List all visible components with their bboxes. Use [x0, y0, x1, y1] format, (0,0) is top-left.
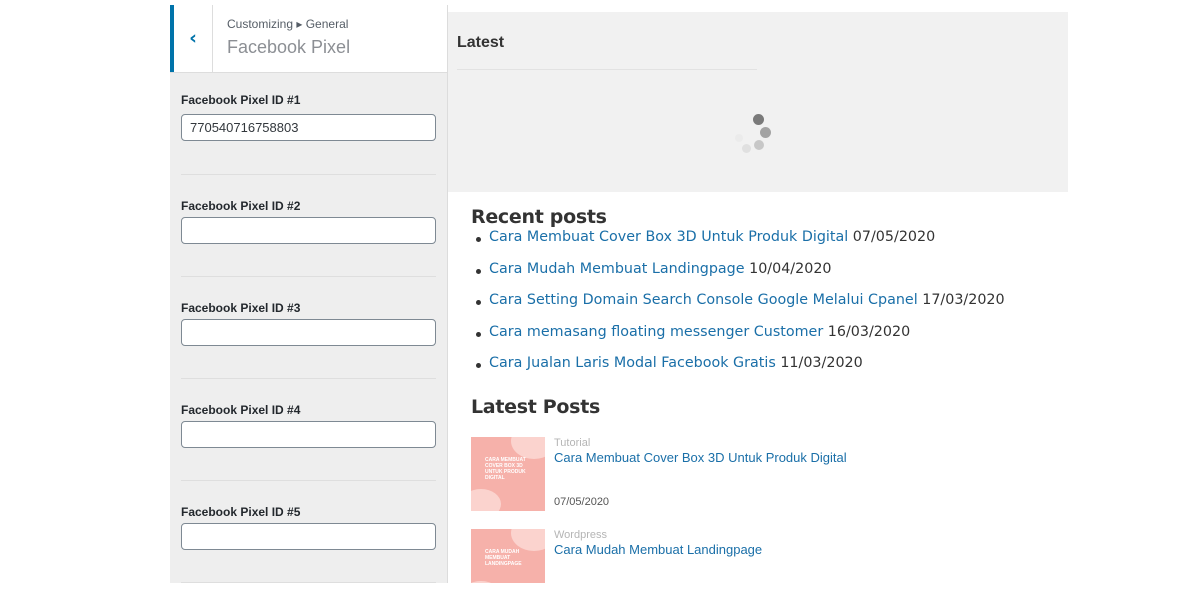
sidebar-header: ‹ Customizing ▸ General Facebook Pixel — [170, 5, 447, 73]
spinner-dot — [742, 144, 751, 153]
pixel-field-2: Facebook Pixel ID #2 — [181, 175, 436, 277]
post-date: 16/03/2020 — [827, 323, 911, 340]
thumb-caption: Cara Mudah Membuat Landingpage — [485, 549, 522, 567]
recent-posts-title: Recent posts — [471, 206, 607, 228]
field-label: Facebook Pixel ID #5 — [181, 505, 301, 519]
latest-title: Latest — [457, 34, 505, 51]
post-date: 10/04/2020 — [749, 260, 832, 277]
recent-post-link[interactable]: Cara Setting Domain Search Console Googl… — [489, 292, 918, 308]
thumb-shape — [511, 529, 545, 551]
chevron-left-icon: ‹ — [189, 27, 197, 49]
post-category: Tutorial — [554, 437, 591, 449]
preview-content: Recent posts Cara Membuat Cover Box 3D U… — [457, 192, 1068, 583]
pixel-id-input-4[interactable] — [181, 421, 436, 448]
post-date: 07/05/2020 — [852, 229, 936, 245]
spinner-icon — [731, 112, 781, 162]
list-item: Cara Membuat Cover Box 3D Untuk Produk D… — [471, 229, 1005, 261]
pixel-id-input-1[interactable] — [181, 114, 436, 141]
spinner-dot — [754, 140, 764, 150]
list-item: Cara Mudah Membuat Landingpage 10/04/202… — [471, 261, 1005, 293]
latest-post-card: Cara Mudah Membuat Landingpage Wordpress… — [471, 529, 1061, 583]
breadcrumb: Customizing ▸ General — [227, 17, 349, 31]
pixel-field-5: Facebook Pixel ID #5 — [181, 481, 436, 583]
thumb-caption: Cara Membuat Cover Box 3D Untuk Produk D… — [485, 457, 526, 481]
field-label: Facebook Pixel ID #1 — [181, 93, 301, 107]
list-item: Cara memasang floating messenger Custome… — [471, 324, 1005, 356]
post-title-link[interactable]: Cara Mudah Membuat Landingpage — [554, 542, 762, 557]
thumb-shape — [471, 581, 501, 583]
spinner-dot — [735, 134, 743, 142]
recent-post-link[interactable]: Cara Mudah Membuat Landingpage — [489, 261, 745, 277]
list-item: Cara Jualan Laris Modal Facebook Gratis … — [471, 355, 1005, 387]
pixel-field-list: Facebook Pixel ID #1 Facebook Pixel ID #… — [170, 73, 447, 583]
latest-widget: Latest — [448, 12, 1068, 192]
pixel-field-4: Facebook Pixel ID #4 — [181, 379, 436, 481]
post-title-link[interactable]: Cara Membuat Cover Box 3D Untuk Produk D… — [554, 450, 847, 465]
post-thumbnail[interactable]: Cara Membuat Cover Box 3D Untuk Produk D… — [471, 437, 545, 511]
pixel-field-1: Facebook Pixel ID #1 — [181, 73, 436, 175]
thumb-shape — [471, 489, 501, 511]
post-category: Wordpress — [554, 529, 607, 541]
spinner-dot — [753, 114, 764, 125]
post-date: 17/03/2020 — [922, 292, 1005, 309]
post-date: 11/03/2020 — [780, 355, 863, 372]
list-item: Cara Setting Domain Search Console Googl… — [471, 292, 1005, 324]
field-label: Facebook Pixel ID #3 — [181, 301, 301, 315]
field-label: Facebook Pixel ID #4 — [181, 403, 301, 417]
post-thumbnail[interactable]: Cara Mudah Membuat Landingpage — [471, 529, 545, 583]
latest-post-card: Cara Membuat Cover Box 3D Untuk Produk D… — [471, 437, 1061, 517]
customizer-sidebar: ‹ Customizing ▸ General Facebook Pixel F… — [170, 5, 448, 583]
pixel-id-input-2[interactable] — [181, 217, 436, 244]
thumb-shape — [511, 437, 545, 459]
recent-post-link[interactable]: Cara Membuat Cover Box 3D Untuk Produk D… — [489, 229, 848, 245]
pixel-id-input-3[interactable] — [181, 319, 436, 346]
pixel-field-3: Facebook Pixel ID #3 — [181, 277, 436, 379]
spinner-dot — [760, 127, 771, 138]
recent-post-link[interactable]: Cara memasang floating messenger Custome… — [489, 324, 823, 340]
back-button[interactable]: ‹ — [170, 5, 213, 72]
post-date: 07/05/2020 — [554, 496, 610, 508]
panel-title: Facebook Pixel — [227, 37, 351, 57]
field-label: Facebook Pixel ID #2 — [181, 199, 301, 213]
latest-posts-title: Latest Posts — [471, 396, 600, 418]
divider — [457, 69, 757, 70]
recent-posts-list: Cara Membuat Cover Box 3D Untuk Produk D… — [471, 229, 1005, 387]
pixel-id-input-5[interactable] — [181, 523, 436, 550]
recent-post-link[interactable]: Cara Jualan Laris Modal Facebook Gratis — [489, 355, 776, 371]
